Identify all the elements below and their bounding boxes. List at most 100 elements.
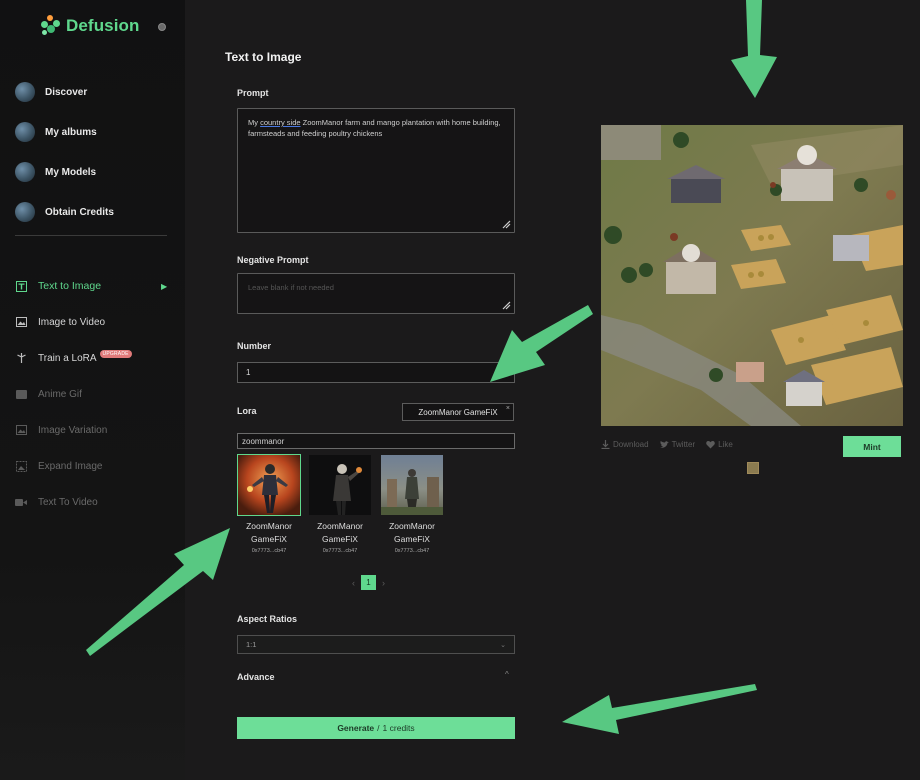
nav-item-label: Discover <box>45 86 88 98</box>
lora-card-address: 0x7773...cb47 <box>322 548 358 554</box>
like-label: Like <box>718 440 733 449</box>
heart-icon <box>706 440 715 448</box>
image-icon <box>15 316 27 328</box>
annotation-arrow <box>562 684 757 734</box>
twitter-button[interactable]: Twitter <box>659 440 696 449</box>
prompt-text-start: My <box>248 118 261 127</box>
nav-item-my-albums[interactable]: My albums <box>15 112 175 152</box>
generate-separator: / <box>377 723 380 733</box>
chevron-up-icon[interactable]: ^ <box>505 670 509 679</box>
generate-label: Generate <box>337 723 375 733</box>
lora-card-name: ZoomManor GameFiX <box>308 520 372 546</box>
gif-icon <box>15 388 27 400</box>
lora-search-value: zoommanor <box>242 436 285 446</box>
generate-button[interactable]: Generate / 1 credits <box>237 717 515 739</box>
advance-toggle[interactable]: Advance <box>237 672 275 682</box>
tool-text-to-video[interactable]: Text To Video <box>15 484 175 520</box>
negative-prompt-label: Negative Prompt <box>237 255 309 265</box>
close-icon[interactable]: × <box>506 405 510 412</box>
tool-anime-gif[interactable]: Anime Gif <box>15 376 175 412</box>
download-icon <box>601 440 610 449</box>
tool-label: Text To Video <box>38 496 98 508</box>
negative-prompt-textarea[interactable]: Leave blank if not needed <box>237 273 515 314</box>
defusion-logo-icon <box>40 15 62 37</box>
tool-label: Image to Video <box>38 316 106 328</box>
sidebar-divider <box>15 235 167 236</box>
upgrade-badge: UPGRADE <box>99 350 132 358</box>
collapse-sidebar-button[interactable] <box>158 23 166 31</box>
nav-item-label: My Models <box>45 166 97 178</box>
download-label: Download <box>613 440 649 449</box>
resize-handle-icon[interactable] <box>502 301 511 310</box>
annotation-arrow <box>731 0 777 98</box>
discover-avatar-icon <box>15 82 35 102</box>
lora-thumbnail <box>380 454 444 516</box>
lora-card-address: 0x7773...cb47 <box>251 548 287 554</box>
lora-card[interactable]: ZoomManor GameFiX 0x7773...cb47 <box>380 454 444 554</box>
number-value: 1 <box>246 368 251 377</box>
sidebar: Defusion Discover My albums My Models Ob… <box>0 0 185 780</box>
like-button[interactable]: Like <box>706 440 733 449</box>
chevron-left-icon[interactable]: ‹ <box>352 578 355 588</box>
chevron-right-icon[interactable]: › <box>382 578 385 588</box>
main-nav: Discover My albums My Models Obtain Cred… <box>15 72 175 232</box>
lora-card-name-line: ZoomManor <box>317 521 363 531</box>
generated-image-preview[interactable] <box>601 125 903 426</box>
twitter-icon <box>659 440 669 448</box>
number-label: Number <box>237 341 272 351</box>
tool-label: Anime Gif <box>38 388 82 400</box>
nav-item-label: Obtain Credits <box>45 206 114 218</box>
lora-card-name: ZoomManor GameFiX <box>237 520 301 546</box>
lora-tag-label: ZoomManor GameFiX <box>418 407 498 417</box>
lora-pagination: ‹ 1 › <box>352 575 385 590</box>
page-title: Text to Image <box>225 50 302 64</box>
chevron-down-icon: ⌄ <box>500 641 506 649</box>
resize-handle-icon[interactable] <box>502 220 511 229</box>
preview-actions: Download Twitter Like <box>601 440 733 449</box>
nav-item-my-models[interactable]: My Models <box>15 152 175 192</box>
active-indicator-icon: ▶ <box>161 281 168 291</box>
aspect-ratio-value: 1:1 <box>246 640 257 649</box>
lora-card[interactable]: ZoomManor GameFiX 0x7773...cb47 <box>308 454 372 554</box>
tool-label: Train a LoRA <box>38 352 97 364</box>
generate-credits: 1 credits <box>382 723 415 733</box>
tools-nav: Text to Image ▶ Image to Video Train a L… <box>15 268 175 520</box>
lora-search-input[interactable]: zoommanor <box>237 433 515 449</box>
train-icon <box>15 352 27 364</box>
lora-card[interactable]: ZoomManor GameFiX 0x7773...cb47 <box>237 454 301 554</box>
tool-text-to-image[interactable]: Text to Image ▶ <box>15 268 175 304</box>
nav-item-obtain-credits[interactable]: Obtain Credits <box>15 192 175 232</box>
aspect-ratio-select[interactable]: 1:1 ⌄ <box>237 635 515 654</box>
lora-card-name-line: ZoomManor <box>246 521 292 531</box>
image-variation-icon <box>15 424 27 436</box>
prompt-textarea[interactable]: My country side ZoomManor farm and mango… <box>237 108 515 233</box>
tool-image-to-video[interactable]: Image to Video <box>15 304 175 340</box>
nav-item-discover[interactable]: Discover <box>15 72 175 112</box>
lora-thumbnail <box>237 454 301 516</box>
nav-item-label: My albums <box>45 126 97 138</box>
number-input[interactable]: 1 <box>237 362 515 383</box>
lora-thumbnail <box>308 454 372 516</box>
tool-expand-image[interactable]: Expand Image <box>15 448 175 484</box>
lora-card-name-line: ZoomManor <box>389 521 435 531</box>
text-image-icon <box>15 280 27 292</box>
download-button[interactable]: Download <box>601 440 649 449</box>
image-thumbnail[interactable] <box>747 462 759 474</box>
lora-card-name-line: GameFiX <box>251 534 287 544</box>
credits-avatar-icon <box>15 202 35 222</box>
tool-image-variation[interactable]: Image Variation <box>15 412 175 448</box>
tool-label: Expand Image <box>38 460 103 472</box>
logo[interactable]: Defusion <box>40 15 140 37</box>
tool-label: Image Variation <box>38 424 108 436</box>
prompt-label: Prompt <box>237 88 269 98</box>
models-avatar-icon <box>15 162 35 182</box>
page-button-current[interactable]: 1 <box>361 575 376 590</box>
tool-train-lora[interactable]: Train a LoRA UPGRADE <box>15 340 175 376</box>
expand-icon <box>15 460 27 472</box>
video-icon <box>15 496 27 508</box>
twitter-label: Twitter <box>671 440 696 449</box>
albums-avatar-icon <box>15 122 35 142</box>
lora-selected-tag[interactable]: ZoomManor GameFiX × <box>402 403 514 421</box>
lora-card-name-line: GameFiX <box>322 534 358 544</box>
mint-button[interactable]: Mint <box>843 436 901 457</box>
